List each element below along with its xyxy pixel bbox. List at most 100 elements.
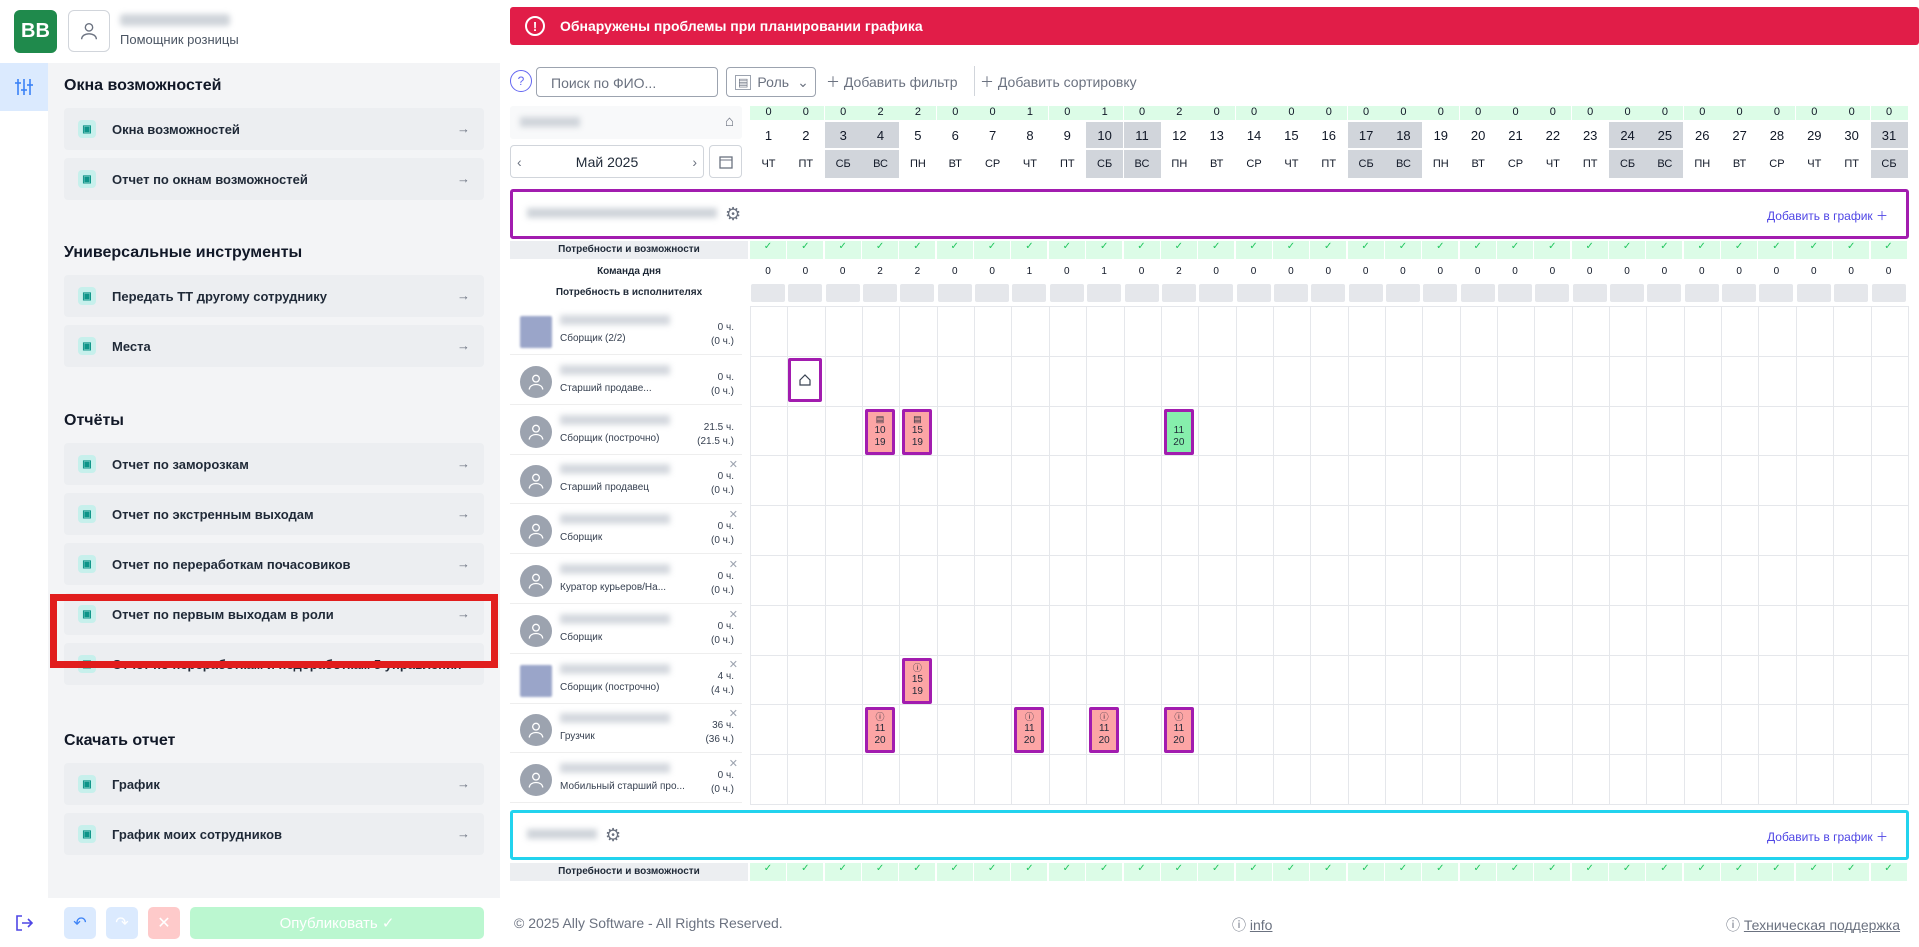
demand-cell[interactable]: [1199, 284, 1234, 302]
chevron-left-icon[interactable]: ‹: [517, 154, 522, 170]
employee-row[interactable]: Сборщик (построчно) 21.5 ч. (21.5 ч.): [510, 406, 742, 455]
help-icon[interactable]: ?: [510, 70, 532, 92]
sidebar-item[interactable]: ▣ Отчет по окнам возможностей →: [64, 158, 484, 200]
close-icon[interactable]: ✕: [729, 658, 738, 671]
day-number[interactable]: 6: [937, 122, 974, 148]
employee-row[interactable]: Грузчик 36 ч. (36 ч.) ✕: [510, 705, 742, 754]
day-number[interactable]: 26: [1684, 122, 1721, 148]
demand-cell[interactable]: [900, 284, 935, 302]
day-number[interactable]: 23: [1572, 122, 1609, 148]
day-number[interactable]: 3: [824, 122, 862, 148]
demand-cell[interactable]: [1871, 284, 1906, 302]
close-icon[interactable]: ✕: [729, 707, 738, 720]
employee-row[interactable]: Сборщик (построчно) 4 ч. (4 ч.) ✕: [510, 655, 742, 704]
day-number[interactable]: 21: [1497, 122, 1534, 148]
employee-row[interactable]: Сборщик 0 ч. (0 ч.) ✕: [510, 506, 742, 555]
day-number[interactable]: 16: [1310, 122, 1347, 148]
demand-cell[interactable]: [1572, 284, 1607, 302]
day-number[interactable]: 7: [974, 122, 1011, 148]
demand-cell[interactable]: [1385, 284, 1420, 302]
demand-cell[interactable]: [975, 284, 1010, 302]
day-number[interactable]: 18: [1384, 122, 1422, 148]
shift-cell[interactable]: ⓘ 11 20: [1014, 707, 1045, 754]
sidebar-item[interactable]: ▣ Окна возможностей →: [64, 108, 484, 150]
day-number[interactable]: 13: [1198, 122, 1235, 148]
home-icon[interactable]: ⌂: [725, 113, 734, 130]
day-number[interactable]: 29: [1796, 122, 1833, 148]
close-icon[interactable]: ✕: [729, 458, 738, 471]
day-number[interactable]: 28: [1758, 122, 1795, 148]
add-filter-button[interactable]: ＋ Добавить фильтр: [826, 72, 958, 92]
close-icon[interactable]: ✕: [729, 558, 738, 571]
day-number[interactable]: 30: [1833, 122, 1870, 148]
day-number[interactable]: 19: [1422, 122, 1459, 148]
day-number[interactable]: 12: [1161, 122, 1198, 148]
redo-button[interactable]: ↷: [106, 907, 138, 939]
shift-cell[interactable]: ⓘ 11 20: [1163, 707, 1194, 754]
demand-cell[interactable]: [825, 284, 860, 302]
demand-cell[interactable]: [1647, 284, 1682, 302]
settings-sliders-button[interactable]: [0, 63, 48, 111]
sidebar-item[interactable]: ▣ Отчет по заморозкам →: [64, 443, 484, 485]
demand-cell[interactable]: [863, 284, 898, 302]
gear-icon[interactable]: ⚙: [725, 204, 741, 225]
demand-cell[interactable]: [1348, 284, 1383, 302]
day-number[interactable]: 31: [1870, 122, 1908, 148]
close-icon[interactable]: ✕: [729, 608, 738, 621]
demand-cell[interactable]: [1311, 284, 1346, 302]
sidebar-item[interactable]: ▣ Отчет по экстренным выходам →: [64, 493, 484, 535]
gear-icon[interactable]: ⚙: [605, 825, 621, 846]
demand-cell[interactable]: [788, 284, 823, 302]
shift-cell[interactable]: ⓘ 11 20: [865, 707, 896, 754]
month-picker[interactable]: ‹ Май 2025 ›: [510, 145, 704, 178]
chevron-right-icon[interactable]: ›: [692, 154, 697, 170]
add-sort-button[interactable]: ＋ Добавить сортировку: [980, 72, 1137, 92]
search-input[interactable]: Поиск по ФИО...: [536, 67, 718, 97]
discard-button[interactable]: ✕: [148, 907, 180, 939]
support-link[interactable]: ⓘ Техническая поддержка: [1726, 915, 1900, 935]
alert-banner[interactable]: ! Обнаружены проблемы при планировании г…: [510, 7, 1919, 45]
shift-cell[interactable]: ▤ 10 19: [865, 408, 896, 455]
day-number[interactable]: 1: [750, 122, 787, 148]
day-number[interactable]: 25: [1646, 122, 1684, 148]
demand-cell[interactable]: [1273, 284, 1308, 302]
demand-cell[interactable]: [1087, 284, 1122, 302]
demand-cell[interactable]: [1610, 284, 1645, 302]
shift-cell[interactable]: ▤ 15 19: [902, 408, 933, 455]
logout-icon[interactable]: [14, 913, 34, 936]
employee-row[interactable]: Сборщик (2/2) 0 ч. (0 ч.): [510, 307, 742, 355]
sidebar-item[interactable]: ▣ Отчет по переработкам почасовиков →: [64, 543, 484, 585]
demand-cell[interactable]: [1722, 284, 1757, 302]
day-number[interactable]: 14: [1236, 122, 1273, 148]
day-number[interactable]: 9: [1049, 122, 1086, 148]
shift-cell[interactable]: ⓘ 11 20: [1089, 707, 1120, 754]
demand-cell[interactable]: [937, 284, 972, 302]
add-to-schedule-button-2[interactable]: Добавить в график ＋: [1767, 828, 1888, 845]
demand-cell[interactable]: [1124, 284, 1159, 302]
demand-cell[interactable]: [1236, 284, 1271, 302]
day-number[interactable]: 8: [1011, 122, 1048, 148]
employee-row[interactable]: Куратор курьеров/На... 0 ч. (0 ч.) ✕: [510, 556, 742, 604]
demand-cell[interactable]: [1161, 284, 1196, 302]
demand-cell[interactable]: [1834, 284, 1869, 302]
shift-cell[interactable]: ⓘ 15 19: [902, 657, 933, 704]
demand-cell[interactable]: [1423, 284, 1458, 302]
calendar-button[interactable]: [709, 145, 742, 178]
day-number[interactable]: 17: [1347, 122, 1385, 148]
day-number[interactable]: 2: [787, 122, 824, 148]
demand-cell[interactable]: [1012, 284, 1047, 302]
user-avatar[interactable]: [68, 10, 110, 52]
day-number[interactable]: 4: [862, 122, 900, 148]
demand-cell[interactable]: [1460, 284, 1495, 302]
home-shift-marker[interactable]: [788, 358, 822, 402]
demand-cell[interactable]: [1759, 284, 1794, 302]
publish-button[interactable]: Опубликовать ✓: [190, 907, 484, 939]
employee-row[interactable]: Сборщик 0 ч. (0 ч.) ✕: [510, 605, 742, 654]
info-link[interactable]: ⓘ info: [1232, 915, 1272, 935]
demand-cell[interactable]: [1049, 284, 1084, 302]
sidebar-item[interactable]: ▣ Места →: [64, 325, 484, 367]
add-to-schedule-button[interactable]: Добавить в график ＋: [1767, 207, 1888, 224]
demand-cell[interactable]: [1535, 284, 1570, 302]
sidebar-item[interactable]: ▣ График →: [64, 763, 484, 805]
demand-cell[interactable]: [1796, 284, 1831, 302]
